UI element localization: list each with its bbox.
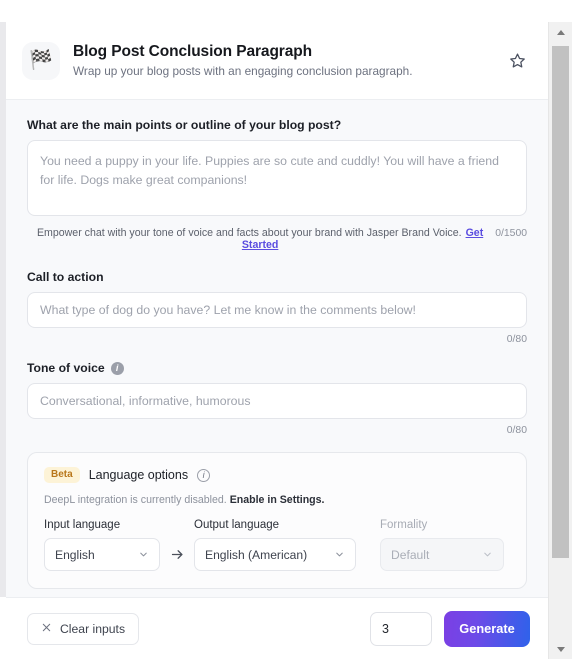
scroll-down-button[interactable] bbox=[549, 639, 572, 659]
field-call-to-action: Call to action 0/80 bbox=[27, 270, 527, 345]
star-icon[interactable] bbox=[504, 48, 530, 74]
page-title: Blog Post Conclusion Paragraph bbox=[73, 42, 312, 60]
main-points-label-text: What are the main points or outline of y… bbox=[27, 118, 342, 132]
main-points-label: What are the main points or outline of y… bbox=[27, 118, 527, 132]
page-subtitle: Wrap up your blog posts with an engaging… bbox=[73, 64, 413, 79]
panel-footer: Clear inputs Generate bbox=[6, 597, 548, 659]
beta-badge: Beta bbox=[44, 467, 80, 483]
brand-voice-note: Empower chat with your tone of voice and… bbox=[31, 227, 495, 251]
input-language-group: Input language English bbox=[44, 519, 160, 571]
output-language-value: English (American) bbox=[205, 547, 308, 562]
input-language-select[interactable]: English bbox=[44, 538, 160, 571]
brand-voice-note-text: Empower chat with your tone of voice and… bbox=[36, 227, 462, 239]
output-language-select[interactable]: English (American) bbox=[194, 538, 356, 571]
clear-inputs-button[interactable]: Clear inputs bbox=[27, 612, 140, 645]
call-to-action-label-text: Call to action bbox=[27, 270, 104, 284]
form-body: What are the main points or outline of y… bbox=[6, 100, 548, 597]
top-gap bbox=[6, 0, 548, 22]
output-language-group: Output language English (American) bbox=[194, 519, 356, 571]
chevron-down-icon bbox=[138, 549, 149, 560]
formality-label: Formality bbox=[380, 519, 428, 531]
vertical-scrollbar[interactable] bbox=[548, 22, 572, 659]
info-icon[interactable]: i bbox=[110, 361, 124, 375]
checkered-flag-icon: 🏁 bbox=[22, 41, 60, 80]
scroll-up-button[interactable] bbox=[549, 22, 572, 42]
panel: 🏁 Blog Post Conclusion Paragraph Wrap up… bbox=[6, 0, 548, 659]
info-icon[interactable]: i bbox=[197, 468, 211, 482]
language-selectors-row: Input language English Output language E… bbox=[44, 519, 510, 571]
main-points-counter: 0/1500 bbox=[495, 228, 527, 239]
language-options-header: Beta Language options i bbox=[44, 467, 510, 483]
close-x-icon bbox=[41, 622, 52, 636]
input-language-value: English bbox=[55, 547, 95, 562]
formality-value: Default bbox=[391, 547, 430, 562]
formality-select: Default bbox=[380, 538, 504, 571]
triangle-up-icon bbox=[556, 29, 565, 35]
tone-of-voice-counter: 0/80 bbox=[506, 425, 527, 436]
deepl-notice-text: DeepL integration is currently disabled. bbox=[44, 494, 227, 506]
input-language-label: Input language bbox=[44, 519, 121, 531]
generator-panel: 🏁 Blog Post Conclusion Paragraph Wrap up… bbox=[0, 0, 572, 659]
arrow-right-icon bbox=[160, 538, 194, 571]
chevron-down-icon bbox=[334, 549, 345, 560]
call-to-action-counter: 0/80 bbox=[506, 334, 527, 345]
call-to-action-label: Call to action bbox=[27, 270, 527, 284]
call-to-action-input[interactable] bbox=[27, 292, 527, 328]
enable-in-settings-link[interactable]: Enable in Settings. bbox=[230, 494, 325, 506]
scrollbar-thumb[interactable] bbox=[552, 46, 569, 558]
tone-of-voice-label: Tone of voice i bbox=[27, 361, 527, 375]
triangle-down-icon bbox=[556, 646, 565, 652]
main-points-under-row: Empower chat with your tone of voice and… bbox=[27, 227, 527, 251]
tone-of-voice-input[interactable] bbox=[27, 383, 527, 419]
deepl-notice: DeepL integration is currently disabled.… bbox=[44, 494, 510, 506]
main-points-textarea[interactable] bbox=[27, 140, 527, 216]
tone-of-voice-label-text: Tone of voice bbox=[27, 361, 105, 375]
panel-header: 🏁 Blog Post Conclusion Paragraph Wrap up… bbox=[6, 22, 548, 100]
chevron-down-icon bbox=[482, 549, 493, 560]
clear-inputs-label: Clear inputs bbox=[60, 621, 126, 636]
formality-group: Formality Default bbox=[380, 519, 504, 571]
generate-button[interactable]: Generate bbox=[444, 610, 530, 647]
header-text: Blog Post Conclusion Paragraph Wrap up y… bbox=[73, 42, 504, 80]
language-options-card: Beta Language options i DeepL integratio… bbox=[27, 452, 527, 589]
field-main-points: What are the main points or outline of y… bbox=[27, 118, 527, 251]
field-tone-of-voice: Tone of voice i 0/80 bbox=[27, 361, 527, 436]
language-options-title: Language options bbox=[88, 468, 189, 482]
output-count-input[interactable] bbox=[370, 611, 432, 646]
output-language-label: Output language bbox=[194, 519, 280, 531]
